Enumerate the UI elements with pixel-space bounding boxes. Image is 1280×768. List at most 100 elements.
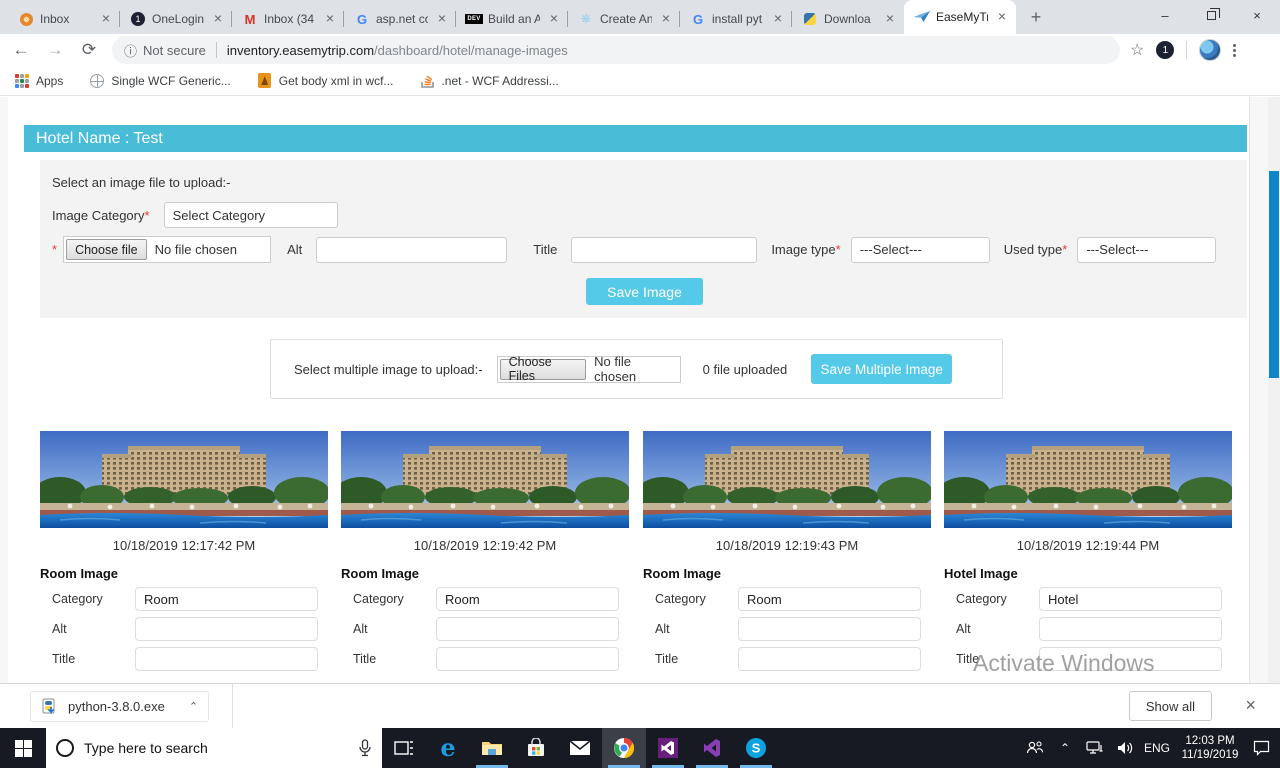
taskbar-app-store[interactable]	[514, 728, 558, 768]
extension-badge[interactable]: 1	[1156, 41, 1174, 59]
browser-tab[interactable]: MInbox (34×	[232, 4, 344, 34]
show-all-button[interactable]: Show all	[1129, 691, 1212, 721]
tab-close-icon[interactable]: ×	[658, 11, 674, 27]
visual-studio-icon	[702, 738, 722, 758]
tab-close-icon[interactable]: ×	[770, 11, 786, 27]
action-center-icon[interactable]	[1248, 728, 1274, 768]
taskbar-app-visual-studio[interactable]	[690, 728, 734, 768]
tab-close-icon[interactable]: ×	[546, 11, 562, 27]
card-title-input[interactable]	[1039, 647, 1222, 671]
card-alt-input[interactable]	[738, 617, 921, 641]
language-indicator[interactable]: ENG	[1142, 741, 1172, 755]
close-window-button[interactable]: ×	[1234, 0, 1280, 30]
volume-icon[interactable]	[1112, 728, 1138, 768]
download-item[interactable]: python-3.8.0.exe ⌃	[30, 691, 209, 722]
save-multiple-image-button[interactable]: Save Multiple Image	[811, 354, 952, 384]
bookmark-item[interactable]: Single WCF Generic...	[89, 73, 230, 89]
network-icon[interactable]	[1082, 728, 1108, 768]
minimize-button[interactable]: –	[1142, 0, 1188, 30]
start-button[interactable]	[0, 728, 46, 768]
bookmark-star-icon[interactable]: ☆	[1130, 40, 1144, 60]
chevron-up-icon[interactable]: ⌃	[189, 700, 198, 713]
multi-file-input[interactable]: Choose Files No file chosen	[497, 356, 681, 383]
browser-tab[interactable]: Gasp.net co×	[344, 4, 456, 34]
taskbar-clock[interactable]: 12:03 PM 11/19/2019	[1176, 734, 1244, 762]
tab-close-icon[interactable]: ×	[994, 9, 1010, 25]
tab-close-icon[interactable]: ×	[882, 11, 898, 27]
restore-button[interactable]	[1188, 0, 1234, 30]
choose-files-button[interactable]: Choose Files	[500, 359, 587, 380]
taskbar-app-visual-studio-dark[interactable]	[646, 728, 690, 768]
reload-button[interactable]: ⟳	[76, 37, 102, 63]
image-timestamp: 10/18/2019 12:19:42 PM	[341, 538, 629, 553]
card-category-input[interactable]	[1039, 587, 1222, 611]
bookmark-item[interactable]: Apps	[14, 73, 63, 89]
taskbar-app-file-explorer[interactable]	[470, 728, 514, 768]
file-input[interactable]: Choose file No file chosen	[63, 236, 271, 263]
google-icon: G	[690, 11, 706, 27]
bookmark-item[interactable]: .net - WCF Addressi...	[419, 73, 558, 89]
download-bar-close-icon[interactable]: ×	[1245, 695, 1256, 716]
chrome-icon	[613, 737, 635, 759]
title-input[interactable]	[571, 237, 757, 263]
browser-tab[interactable]: Ginstall pyt ×	[680, 4, 792, 34]
multi-upload-panel: Select multiple image to upload:- Choose…	[270, 339, 1003, 399]
profile-avatar[interactable]	[1199, 39, 1221, 61]
browser-tab[interactable]: DEVBuild an A×	[456, 4, 568, 34]
card-alt-input[interactable]	[436, 617, 619, 641]
card-category-input[interactable]	[135, 587, 318, 611]
card-category-input[interactable]	[738, 587, 921, 611]
browser-tab[interactable]: Inbox×	[8, 4, 120, 34]
google-icon: G	[354, 11, 370, 27]
forward-button[interactable]: →	[42, 37, 68, 63]
browser-tab[interactable]: ❋Create An×	[568, 4, 680, 34]
browser-tab[interactable]: Downloa×	[792, 4, 904, 34]
hotel-photo[interactable]	[944, 431, 1232, 528]
hotel-photo[interactable]	[341, 431, 629, 528]
browser-tab[interactable]: 1OneLogin×	[120, 4, 232, 34]
back-button[interactable]: ←	[8, 37, 34, 63]
taskbar-app-edge[interactable]: e	[426, 728, 470, 768]
taskbar-search[interactable]: Type here to search	[46, 728, 382, 768]
alt-input[interactable]	[316, 237, 507, 263]
card-title-input[interactable]	[436, 647, 619, 671]
search-placeholder: Type here to search	[84, 740, 348, 756]
people-icon[interactable]	[1022, 728, 1048, 768]
page-scrollbar[interactable]	[1268, 97, 1280, 683]
title-label: Title	[944, 652, 1039, 666]
taskbar-app-skype[interactable]: S	[734, 728, 778, 768]
browser-tab[interactable]: EaseMyTr ×	[904, 0, 1016, 34]
choose-file-button[interactable]: Choose file	[66, 239, 147, 260]
image-card: 10/18/2019 12:17:42 PM Room Image Catego…	[40, 431, 328, 671]
microphone-icon[interactable]	[358, 739, 372, 757]
taskbar-app-task-view[interactable]	[382, 728, 426, 768]
image-type-select[interactable]	[851, 237, 990, 263]
taskbar-app-chrome[interactable]	[602, 728, 646, 768]
category-label: Category	[944, 592, 1039, 606]
address-bar[interactable]: ⓘ Not secure inventory.easemytrip.com/da…	[112, 36, 1120, 64]
tab-close-icon[interactable]: ×	[210, 11, 226, 27]
info-icon[interactable]: ⓘ	[124, 41, 137, 60]
scrollbar-thumb[interactable]	[1269, 171, 1279, 378]
used-type-select[interactable]	[1077, 237, 1216, 263]
hotel-photo[interactable]	[643, 431, 931, 528]
card-title-input[interactable]	[135, 647, 318, 671]
menu-kebab-icon[interactable]	[1233, 44, 1236, 57]
hotel-photo[interactable]	[40, 431, 328, 528]
save-image-button[interactable]: Save Image	[586, 278, 703, 305]
tab-close-icon[interactable]: ×	[322, 11, 338, 27]
tab-close-icon[interactable]: ×	[98, 11, 114, 27]
bookmark-item[interactable]: Get body xml in wcf...	[257, 73, 394, 89]
tab-close-icon[interactable]: ×	[434, 11, 450, 27]
tray-chevron-up-icon[interactable]: ⌃	[1052, 728, 1078, 768]
image-category-select[interactable]	[164, 202, 338, 228]
tab-title: EaseMyTr	[936, 10, 988, 24]
bookmarks-bar: Apps Single WCF Generic... Get body xml in…	[0, 66, 1280, 96]
card-category-input[interactable]	[436, 587, 619, 611]
card-alt-input[interactable]	[135, 617, 318, 641]
taskbar-app-mail[interactable]	[558, 728, 602, 768]
card-alt-input[interactable]	[1039, 617, 1222, 641]
tab-title: install pyt	[712, 12, 764, 26]
new-tab-button[interactable]: +	[1022, 3, 1050, 31]
card-title-input[interactable]	[738, 647, 921, 671]
